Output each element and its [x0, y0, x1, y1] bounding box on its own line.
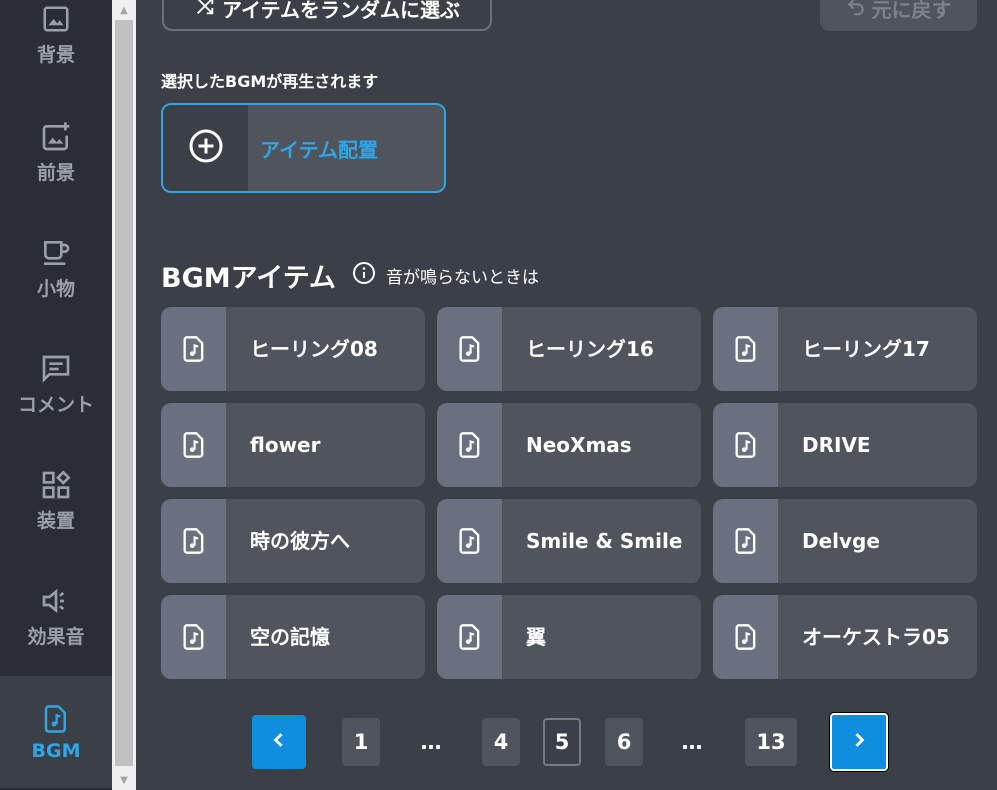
bgm-item-card[interactable]: DRIVE	[713, 403, 977, 487]
comment-icon	[39, 352, 73, 386]
bgm-item-title: NeoXmas	[502, 403, 701, 487]
place-item-label: アイテム配置	[248, 105, 444, 191]
bgm-item-title: ヒーリング16	[502, 307, 701, 391]
chevron-left-icon	[269, 730, 289, 755]
music-file-icon	[713, 307, 778, 391]
place-item-button[interactable]: アイテム配置	[161, 103, 446, 193]
music-file-icon	[437, 499, 502, 583]
widgets-icon	[39, 468, 73, 502]
music-file-icon	[713, 499, 778, 583]
bgm-item-card[interactable]: 翼	[437, 595, 701, 679]
sidebar-item-small-items[interactable]: 小物	[0, 212, 112, 324]
pagination: 1 … 4 5 6 … 13	[136, 713, 997, 771]
undo-label: 元に戻す	[871, 0, 952, 22]
music-file-icon	[713, 595, 778, 679]
bgm-item-title: Delvge	[778, 499, 977, 583]
sidebar-item-devices[interactable]: 装置	[0, 444, 112, 556]
music-file-icon	[437, 307, 502, 391]
bgm-item-title: 時の彼方へ	[226, 499, 425, 583]
music-file-icon	[161, 595, 226, 679]
shuffle-icon	[194, 0, 216, 22]
sidebar-item-label: 装置	[36, 509, 75, 532]
undo-icon	[846, 0, 866, 21]
scrollbar[interactable]: ▲ ▼	[112, 0, 136, 790]
sidebar-item-comment[interactable]: コメント	[0, 328, 112, 440]
sidebar-item-background[interactable]: 背景	[0, 0, 112, 90]
speaker-icon	[39, 584, 73, 618]
bgm-item-title: ヒーリング17	[778, 307, 977, 391]
bgm-item-card[interactable]: 空の記憶	[161, 595, 425, 679]
bgm-caption: 選択したBGMが再生されます	[161, 72, 379, 91]
page-button[interactable]: 1	[342, 718, 380, 766]
bgm-item-title: DRIVE	[778, 403, 977, 487]
image-add-icon	[39, 120, 73, 154]
sound-help-link[interactable]: 音が鳴らないときは	[352, 261, 539, 290]
place-item-icon-area	[163, 105, 248, 191]
sidebar-item-label: 背景	[36, 43, 75, 66]
bgm-item-card[interactable]: flower	[161, 403, 425, 487]
section-title: BGMアイテム	[161, 263, 336, 294]
info-icon	[352, 261, 376, 290]
bgm-item-title: オーケストラ05	[778, 595, 977, 679]
scroll-down-icon[interactable]: ▼	[112, 770, 136, 790]
next-page-button[interactable]	[830, 713, 888, 771]
page-button[interactable]: 4	[482, 718, 520, 766]
bgm-item-title: 翼	[502, 595, 701, 679]
sidebar-item-label: 効果音	[27, 625, 85, 648]
sidebar-item-foreground[interactable]: 前景	[0, 96, 112, 208]
sidebar-item-sound-effects[interactable]: 効果音	[0, 560, 112, 672]
music-file-icon	[39, 702, 73, 736]
random-select-label: アイテムをランダムに選ぶ	[222, 0, 460, 22]
bgm-item-card[interactable]: 時の彼方へ	[161, 499, 425, 583]
bgm-item-title: 空の記憶	[226, 595, 425, 679]
bgm-item-card[interactable]: ヒーリング08	[161, 307, 425, 391]
bgm-item-title: Smile & Smile	[502, 499, 701, 583]
music-file-icon	[161, 403, 226, 487]
undo-button[interactable]: 元に戻す	[820, 0, 977, 31]
random-select-button[interactable]: アイテムをランダムに選ぶ	[162, 0, 492, 31]
music-file-icon	[437, 403, 502, 487]
bgm-item-card[interactable]: オーケストラ05	[713, 595, 977, 679]
music-file-icon	[161, 499, 226, 583]
sidebar-item-label: 小物	[36, 277, 75, 300]
bgm-item-card[interactable]: Delvge	[713, 499, 977, 583]
bgm-item-card[interactable]: ヒーリング16	[437, 307, 701, 391]
music-file-icon	[161, 307, 226, 391]
plus-circle-icon	[188, 128, 224, 168]
bgm-item-title: ヒーリング08	[226, 307, 425, 391]
bgm-item-card[interactable]: NeoXmas	[437, 403, 701, 487]
page-button[interactable]: 13	[745, 718, 797, 766]
sidebar-item-label: コメント	[17, 393, 94, 416]
scroll-thumb[interactable]	[115, 20, 133, 766]
music-file-icon	[437, 595, 502, 679]
music-file-icon	[713, 403, 778, 487]
sidebar: 背景 前景 小物 コメント 装置 効果音 BGM	[0, 0, 112, 790]
image-icon	[39, 2, 73, 36]
bgm-item-card[interactable]: ヒーリング17	[713, 307, 977, 391]
bgm-item-card[interactable]: Smile & Smile	[437, 499, 701, 583]
prev-page-button[interactable]	[252, 715, 306, 769]
page-button-current[interactable]: 5	[543, 718, 581, 766]
cup-icon	[39, 236, 73, 270]
sound-help-text: 音が鳴らないときは	[386, 268, 539, 288]
main-panel: アイテムをランダムに選ぶ 元に戻す 選択したBGMが再生されます アイテム配置 …	[136, 0, 997, 790]
sidebar-item-label: 前景	[36, 161, 75, 184]
chevron-right-icon	[849, 730, 869, 755]
page-button[interactable]: 6	[605, 718, 643, 766]
page-ellipsis: …	[420, 730, 442, 754]
page-ellipsis: …	[681, 730, 703, 754]
sidebar-item-label: BGM	[31, 740, 81, 762]
sidebar-item-bgm[interactable]: BGM	[0, 676, 112, 788]
bgm-item-title: flower	[226, 403, 425, 487]
scroll-up-icon[interactable]: ▲	[112, 0, 136, 20]
